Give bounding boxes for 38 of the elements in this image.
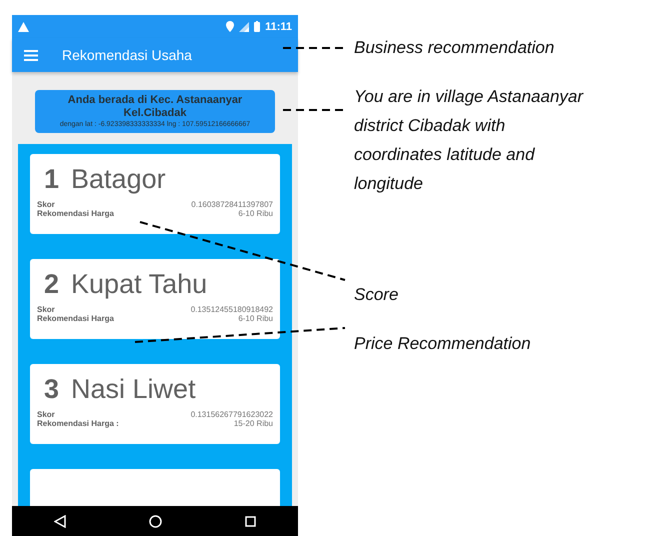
business-name: Kupat Tahu [71, 269, 208, 300]
score-value: 0.13512455180918492 [190, 305, 273, 314]
business-name: Nasi Liwet [71, 374, 196, 405]
menu-icon[interactable] [24, 50, 38, 60]
score-value: 0.16038728411397807 [191, 200, 273, 209]
rank-number: 3 [44, 374, 60, 405]
recommendation-card[interactable]: 2 Kupat Tahu Skor 0.13512455180918492 Rekomendasi Harga 6-10 Ribu [30, 259, 280, 339]
price-label: Rekomendasi Harga [37, 314, 114, 323]
back-icon[interactable] [54, 514, 66, 528]
clock-time: 11:11 [265, 20, 292, 32]
price-label: Rekomendasi Harga [37, 209, 114, 218]
price-value: 6-10 Ribu [238, 209, 273, 218]
score-label: Skor [37, 200, 55, 209]
battery-icon [254, 21, 260, 32]
recents-icon[interactable] [245, 516, 256, 526]
score-label: Skor [37, 305, 55, 314]
annotation-text: Price Recommendation [354, 333, 532, 355]
rank-number: 2 [44, 269, 60, 300]
leader-line [283, 47, 345, 49]
signal-icon [239, 22, 250, 32]
leader-line [283, 109, 345, 111]
rank-number: 1 [44, 164, 60, 195]
annotation-text: Score [354, 284, 400, 306]
annotation-text: You are in village Astanaanyar district Cibadak with coordinates latitude and longitude [354, 86, 584, 195]
home-icon[interactable] [148, 514, 162, 528]
app-title: Rekomendasi Usaha [62, 47, 192, 63]
annotation-text: Business recommendation [354, 37, 556, 59]
business-name: Batagor [71, 164, 166, 195]
recommendation-card[interactable]: 3 Nasi Liwet Skor 0.13156267791623022 Rekomendasi Harga : 15-20 Ribu [30, 364, 280, 444]
price-label: Rekomendasi Harga : [37, 419, 119, 428]
location-title: Anda berada di Kec. Astanaanyar Kel.Cibadak [66, 94, 244, 120]
price-value: 15-20 Ribu [234, 419, 273, 428]
price-value: 6-10 Ribu [238, 314, 273, 323]
location-icon [226, 21, 234, 32]
score-value: 0.13156267791623022 [190, 410, 273, 419]
recommendation-card[interactable]: 1 Batagor Skor 0.16038728411397807 Rekomendasi Harga 6-10 Ribu [30, 154, 280, 234]
warning-icon [18, 22, 29, 32]
score-label: Skor [37, 410, 55, 419]
